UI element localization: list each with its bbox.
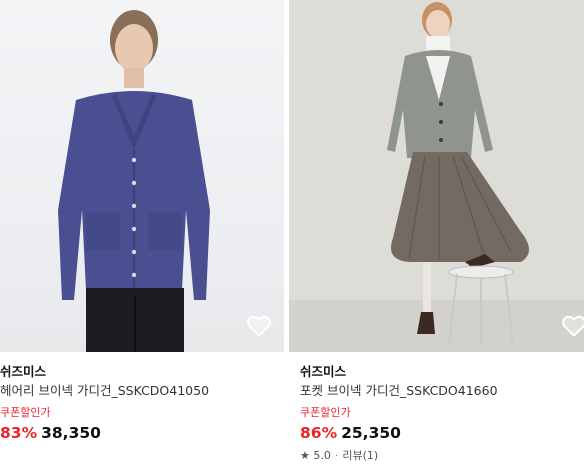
product-image[interactable] xyxy=(289,0,584,352)
separator-dot: · xyxy=(334,449,339,462)
price-row: 86% 25,350 xyxy=(300,421,584,445)
coupon-price-label: 쿠폰할인가 xyxy=(0,406,51,419)
rating-value: 5.0 xyxy=(313,449,331,462)
product-info: 쉬즈미스 포켓 브이넥 가디건_SSKCDO41660 쿠폰할인가 86% 25,… xyxy=(289,352,584,466)
product-name[interactable]: 포켓 브이넥 가디건_SSKCDO41660 xyxy=(300,381,584,401)
review-count[interactable]: 리뷰(1) xyxy=(342,449,378,462)
product-brand: 쉬즈미스 xyxy=(0,364,47,379)
discount-rate: 83% xyxy=(0,424,38,442)
heart-outline-icon[interactable] xyxy=(561,314,584,338)
product-name[interactable]: 헤어리 브이넥 가디건_SSKCDO41050 xyxy=(0,381,284,401)
price-row: 83% 38,350 xyxy=(0,421,284,445)
product-card[interactable]: 쉬즈미스 헤어리 브이넥 가디건_SSKCDO41050 쿠폰할인가 83% 38… xyxy=(0,0,284,445)
product-image[interactable] xyxy=(0,0,284,352)
sale-price: 38,350 xyxy=(41,424,101,442)
star-icon: ★ xyxy=(300,449,310,462)
sale-price: 25,350 xyxy=(341,424,401,442)
product-photo-illustration xyxy=(58,10,210,352)
heart-outline-icon[interactable] xyxy=(246,314,272,338)
coupon-price-label: 쿠폰할인가 xyxy=(300,406,351,419)
product-grid: 쉬즈미스 헤어리 브이넥 가디건_SSKCDO41050 쿠폰할인가 83% 38… xyxy=(0,0,584,468)
product-card[interactable]: 쉬즈미스 포켓 브이넥 가디건_SSKCDO41660 쿠폰할인가 86% 25,… xyxy=(289,0,584,466)
product-brand: 쉬즈미스 xyxy=(300,364,347,379)
product-info: 쉬즈미스 헤어리 브이넥 가디건_SSKCDO41050 쿠폰할인가 83% 38… xyxy=(0,352,284,445)
discount-rate: 86% xyxy=(300,424,338,442)
rating-row: ★ 5.0 · 리뷰(1) xyxy=(300,446,584,466)
product-photo-illustration xyxy=(289,0,584,352)
